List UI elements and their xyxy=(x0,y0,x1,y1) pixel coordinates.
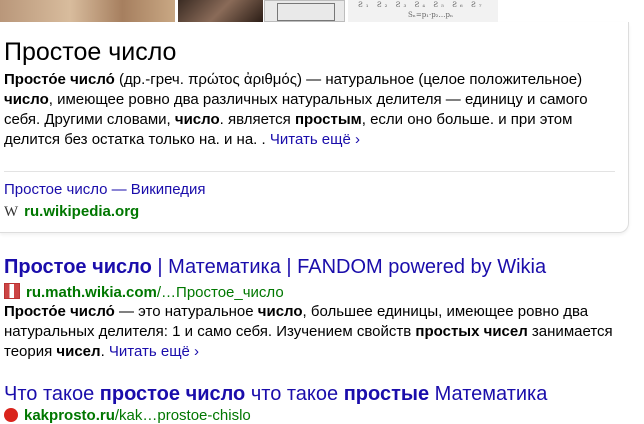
image-strip: Ƨ₁ Ƨ₂ Ƨ₃ Ƨ₄ Ƨ₅ Ƨ₆ Ƨ₇ Sₙ=p₁·p₂…pₙ xyxy=(0,0,644,22)
divider xyxy=(4,171,615,172)
result-url[interactable]: ru.math.wikia.com/…Простое_число xyxy=(4,283,284,301)
engraving-thumbnail[interactable] xyxy=(264,0,345,22)
source-domain[interactable]: Wru.wikipedia.org xyxy=(4,203,139,221)
wikipedia-source-link[interactable]: Простое число — Википедия xyxy=(4,181,206,198)
card-snippet: Просто́е число́ (др.-греч. πρώτος ἀριθμό… xyxy=(4,71,588,148)
result-title-link[interactable]: Простое число | Математика | FANDOM powe… xyxy=(4,256,546,279)
read-more-link[interactable]: Читать ещё › xyxy=(270,131,360,148)
result-url[interactable]: kakprosto.ru/kak…prostoe-chislo xyxy=(4,407,251,424)
papyrus-thumbnail[interactable] xyxy=(0,0,175,22)
kakprosto-favicon-icon xyxy=(4,408,18,422)
result-title-link[interactable]: Что такое простое число что такое просты… xyxy=(4,383,547,406)
portrait-thumbnail[interactable] xyxy=(178,0,263,22)
read-more-link[interactable]: Читать ещё › xyxy=(109,343,199,360)
fandom-favicon-icon xyxy=(4,283,20,299)
knowledge-card: Простое число Просто́е число́ (др.-греч.… xyxy=(0,22,629,233)
wikipedia-icon: W xyxy=(4,204,19,220)
result-snippet: Просто́е число́ — это натуральное число,… xyxy=(4,303,613,360)
formula-thumbnail[interactable]: Ƨ₁ Ƨ₂ Ƨ₃ Ƨ₄ Ƨ₅ Ƨ₆ Ƨ₇ Sₙ=p₁·p₂…pₙ xyxy=(348,0,498,22)
card-title: Простое число xyxy=(4,38,177,66)
